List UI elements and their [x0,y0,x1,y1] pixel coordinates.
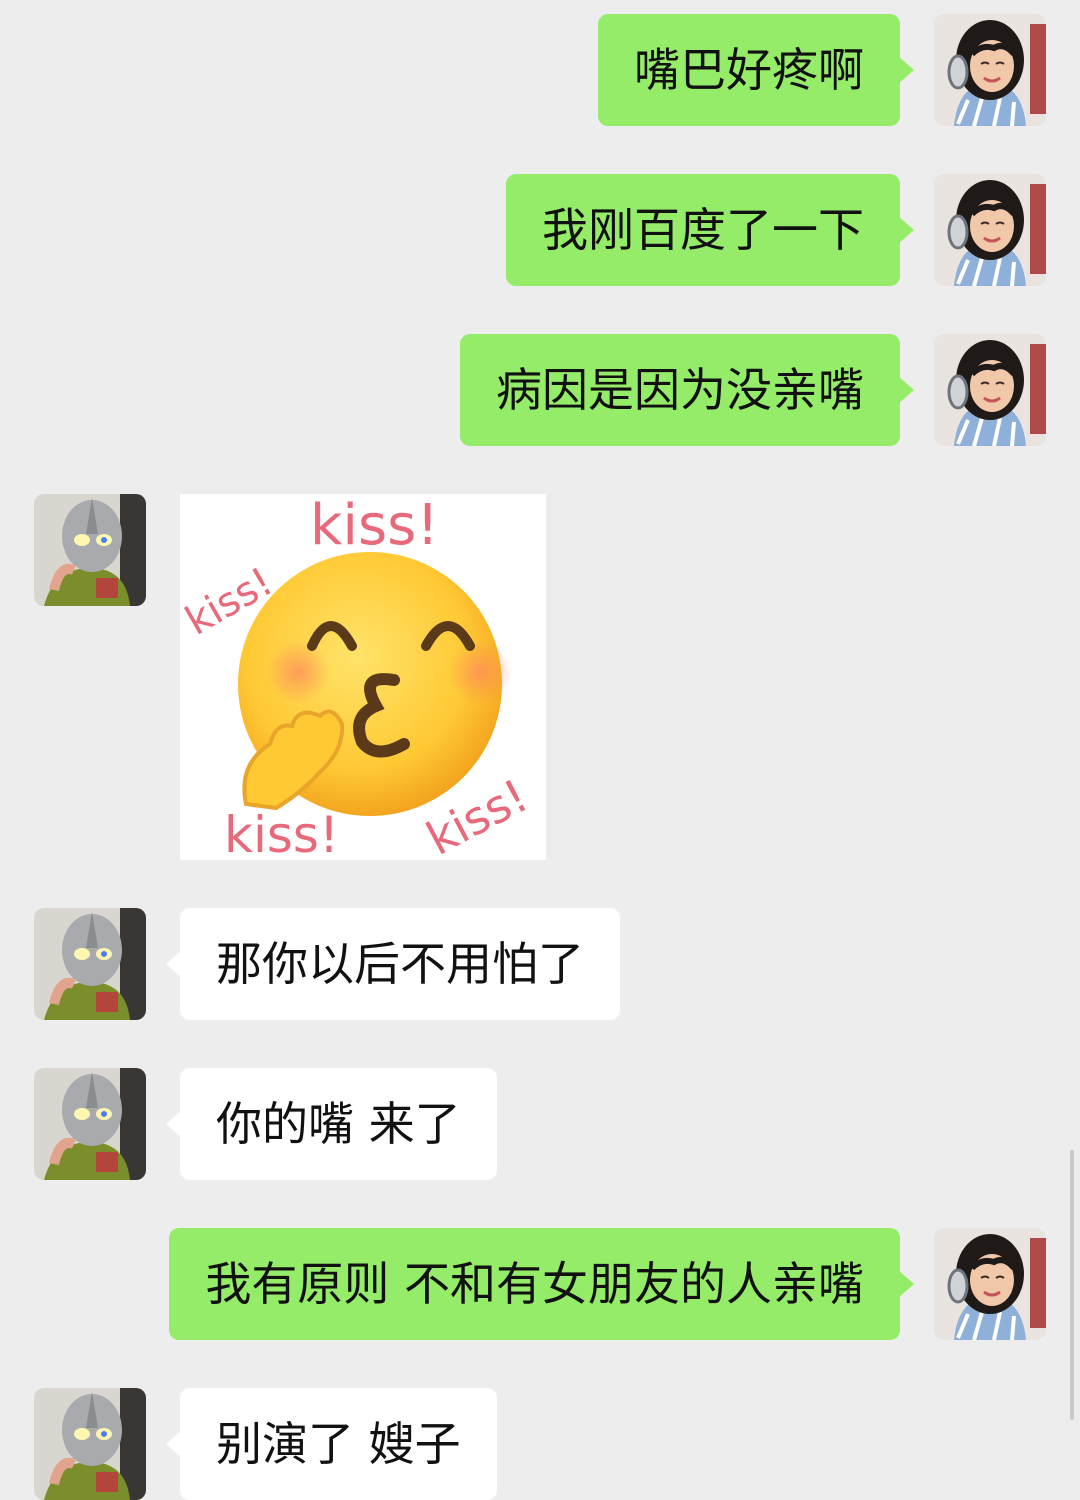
kiss-sticker[interactable]: kiss! kiss! kiss! kiss! [180,494,546,860]
message-bubble[interactable]: 我刚百度了一下 [506,174,914,286]
my-avatar-icon[interactable] [934,174,1046,286]
my-avatar-icon[interactable] [934,14,1046,126]
my-avatar-icon[interactable] [934,1228,1046,1340]
their-avatar-icon[interactable] [34,1388,146,1500]
message-bubble[interactable]: 那你以后不用怕了 [166,908,620,1020]
their-avatar-icon[interactable] [34,494,146,606]
message-bubble[interactable]: 我有原则 不和有女朋友的人亲嘴 [169,1228,914,1340]
my-avatar-icon[interactable] [934,334,1046,446]
message-bubble[interactable]: 你的嘴 来了 [166,1068,497,1180]
kissing-face-emoji-sticker-icon: kiss! kiss! kiss! kiss! [180,494,537,860]
sticker-word: kiss! [310,494,439,558]
their-avatar-icon[interactable] [34,1068,146,1180]
message-bubble[interactable]: 嘴巴好疼啊 [598,14,914,126]
message-bubble[interactable]: 别演了 嫂子 [166,1388,497,1500]
sticker-word: kiss! [224,806,339,860]
scrollbar[interactable] [1070,1150,1074,1420]
their-avatar-icon[interactable] [34,908,146,1020]
message-bubble[interactable]: 病因是因为没亲嘴 [460,334,914,446]
